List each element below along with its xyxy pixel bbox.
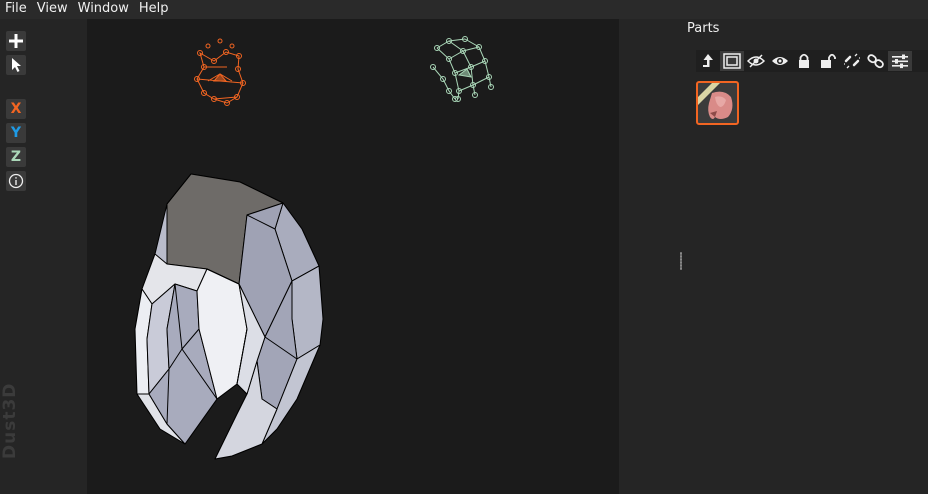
x-axis-button[interactable]: X [6,99,26,119]
unlink-button[interactable] [840,51,864,71]
plus-icon [9,34,23,48]
z-axis-label: Z [10,149,22,165]
viewport-canvas [134,36,494,460]
menu-help[interactable]: Help [134,0,174,19]
front-view-node-graph[interactable] [194,38,246,106]
hide-button[interactable] [744,51,768,71]
parts-toolbar [696,50,928,72]
y-axis-label: Y [10,125,22,141]
x-axis-label: X [10,101,22,117]
parts-panel-title: Parts [687,21,720,36]
menu-help-label: Help [138,1,169,16]
unlock-icon [821,53,836,68]
z-axis-button[interactable]: Z [6,147,26,167]
menu-view-label: View [36,1,68,16]
lock-button[interactable] [792,51,816,71]
menu-window-label: Window [77,1,129,16]
add-button[interactable] [6,31,26,51]
panel-splitter-handle[interactable] [680,252,682,270]
pointer-icon [12,58,21,72]
unlock-button[interactable] [816,51,840,71]
settings-icon [892,54,908,69]
unlink-icon [844,53,860,69]
info-icon [8,173,24,189]
3d-viewport[interactable] [87,19,619,494]
side-view-node-graph[interactable] [430,36,494,102]
menu-bar: File View Window Help [0,0,928,19]
show-button[interactable] [768,51,792,71]
select-part-icon [723,53,741,69]
hair-mesh-model[interactable] [134,173,324,460]
hide-icon [747,54,765,68]
menu-window[interactable]: Window [73,0,134,19]
lock-icon [799,53,809,68]
menu-file-label: File [5,1,27,16]
menu-file[interactable]: File [0,0,32,19]
part-preview-image [698,83,733,119]
info-button[interactable] [6,171,26,191]
select-button[interactable] [6,55,26,75]
show-icon [772,57,788,65]
app-watermark: Dust3D [0,382,20,459]
left-toolbar: X Y Z Dust3D [0,19,87,494]
select-part-button[interactable] [720,51,744,71]
menu-view[interactable]: View [32,0,73,19]
link-button[interactable] [864,51,888,71]
part-thumbnail[interactable] [696,81,739,125]
part-settings-button[interactable] [888,51,912,71]
parts-panel: Parts [619,19,928,494]
link-icon [867,54,884,69]
up-arrow-icon [703,54,713,67]
move-up-button[interactable] [696,51,720,71]
y-axis-button[interactable]: Y [6,123,26,143]
